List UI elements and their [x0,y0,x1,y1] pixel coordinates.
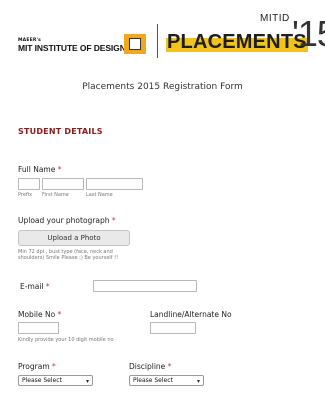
prefix-sublabel: Prefix [18,192,33,198]
form-title: Placements 2015 Registration Form [82,82,243,92]
mobile-hint: Kindly provide your 10 digit mobile no [18,337,114,343]
chevron-down-icon: ▾ [85,378,89,385]
program-label: Program * [18,362,56,371]
program-select[interactable]: Please Select ▾ [18,375,93,386]
mitid-text: MITID [260,13,290,24]
upload-photo-button[interactable]: Upload a Photo [18,230,130,246]
placements-logo-text: PLACEMENTS [166,30,308,54]
last-name-input[interactable] [86,178,143,190]
discipline-select[interactable]: Please Select ▾ [129,375,204,386]
year-text: '15 [292,13,325,54]
header-divider [157,24,158,58]
first-name-input[interactable] [42,178,84,190]
institute-name: MIT INSTITUTE OF DESIGN [18,43,126,53]
prefix-input[interactable] [18,178,40,190]
full-name-label: Full Name * [18,165,62,174]
header-banner: MAEER's MIT INSTITUTE OF DESIGN MITID PL… [0,0,325,66]
first-name-sublabel: First Name [42,192,69,198]
last-name-sublabel: Last Name [86,192,113,198]
logo-square-icon [124,34,146,54]
mobile-label: Mobile No * [18,310,62,319]
mobile-input[interactable] [18,322,59,334]
chevron-down-icon: ▾ [196,378,200,385]
photo-label: Upload your photograph * [18,216,116,225]
landline-label: Landline/Alternate No [150,310,232,319]
photo-hint-line2: shoulders) Smile Please :) Be yourself !… [18,255,119,261]
email-label: E-mail * [20,282,50,291]
email-input[interactable] [93,280,197,292]
discipline-label: Discipline * [129,362,172,371]
landline-input[interactable] [150,322,196,334]
section-title-student-details: STUDENT DETAILS [18,127,103,136]
